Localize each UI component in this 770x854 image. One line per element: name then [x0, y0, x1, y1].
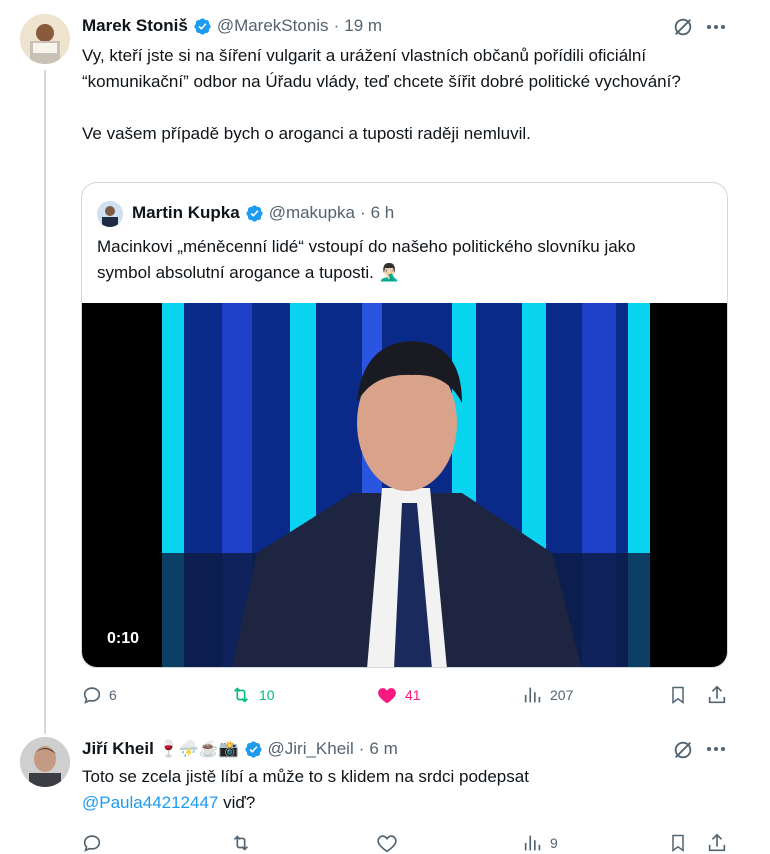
tweet2-text-before: Toto se zcela jistě líbí a může to s kli… — [82, 767, 529, 786]
tweet2-text-after: viď? — [218, 793, 256, 812]
share-icon — [708, 833, 726, 852]
bookmark-icon — [672, 686, 684, 704]
more-options-icon[interactable] — [706, 24, 726, 30]
tweet2-header: Jiří Kheil 🍷⛈️☕📸 @Jiri_Kheil · 6 m — [82, 739, 398, 759]
like-button[interactable] — [375, 832, 399, 854]
quote-card[interactable]: Martin Kupka @makupka · 6 h Macinkovi „m… — [81, 182, 728, 668]
timestamp[interactable]: 19 m — [344, 16, 382, 36]
repost-button[interactable]: 10 — [229, 684, 275, 706]
verified-badge-icon — [244, 740, 262, 758]
grok-icon[interactable] — [672, 16, 694, 38]
repost-icon — [233, 835, 249, 851]
quote-header: Martin Kupka @makupka · 6 h — [132, 203, 394, 223]
timestamp[interactable]: 6 m — [369, 739, 397, 759]
quote-author-handle: @makupka — [268, 203, 355, 222]
separator-dot: · — [358, 739, 365, 758]
reply-count: 6 — [109, 687, 117, 703]
like-button[interactable]: 41 — [375, 684, 421, 706]
author-name[interactable]: Jiří Kheil — [82, 739, 154, 759]
grok-icon[interactable] — [672, 739, 694, 761]
heart-icon — [378, 688, 396, 704]
separator-dot: · — [333, 16, 340, 35]
avatar-marek-stonis[interactable] — [20, 14, 70, 64]
reply-icon — [83, 835, 101, 852]
verified-badge-icon — [246, 204, 263, 222]
quote-author-name[interactable]: Martin Kupka — [132, 203, 240, 223]
tweet1-header: Marek Stoniš @MarekStonis · 19 m — [82, 16, 382, 36]
views-count: 207 — [550, 687, 574, 703]
author-handle[interactable]: @MarekStonis — [217, 16, 329, 36]
name-emojis: 🍷⛈️☕📸 — [158, 741, 239, 758]
bookmark-button[interactable] — [668, 684, 688, 706]
avatar-jiri-kheil[interactable] — [20, 737, 70, 787]
reply-icon — [83, 687, 101, 704]
portrait-icon — [97, 201, 123, 227]
like-count: 41 — [405, 687, 421, 703]
repost-count: 10 — [259, 687, 275, 703]
bookmark-icon — [672, 834, 684, 852]
share-button[interactable] — [706, 832, 728, 854]
separator-dot: · — [359, 203, 366, 222]
views-icon — [524, 835, 541, 851]
bookmark-button[interactable] — [668, 832, 688, 854]
verified-badge-icon — [194, 17, 211, 35]
repost-button[interactable] — [229, 832, 253, 854]
portrait-icon — [20, 14, 70, 64]
portrait-icon — [20, 737, 70, 787]
heart-icon — [377, 835, 397, 853]
quote-text: Macinkovi „méněcenní lidé“ vstoupí do na… — [97, 237, 636, 282]
thread-line — [44, 70, 46, 734]
share-button[interactable] — [706, 684, 728, 706]
author-handle[interactable]: @Jiri_Kheil — [268, 739, 354, 759]
tweet1-paragraph2: Ve vašem případě bych o aroganci a tupos… — [82, 124, 531, 143]
share-icon — [708, 685, 726, 704]
video-player[interactable]: 0:10 — [82, 303, 727, 667]
repost-icon — [233, 687, 249, 703]
author-name[interactable]: Marek Stoniš — [82, 16, 188, 36]
avatar-martin-kupka[interactable] — [97, 201, 123, 227]
views-button[interactable]: 9 — [522, 832, 558, 854]
video-thumbnail — [162, 303, 650, 667]
reply-button[interactable]: 6 — [81, 684, 117, 706]
views-button[interactable]: 207 — [522, 684, 573, 706]
video-duration: 0:10 — [107, 630, 140, 647]
reply-button[interactable] — [81, 832, 103, 854]
tweet2-text: Toto se zcela jistě líbí a může to s kli… — [82, 764, 682, 816]
mention-link[interactable]: @Paula44212447 — [82, 793, 218, 812]
tweet1-paragraph1: Vy, kteří jste si na šíření vulgarit a u… — [82, 46, 681, 91]
views-icon — [524, 687, 541, 703]
tweet1-text: Vy, kteří jste si na šíření vulgarit a u… — [82, 43, 737, 147]
quote-timestamp: 6 h — [370, 203, 395, 222]
more-options-icon[interactable] — [706, 746, 726, 752]
views-count: 9 — [550, 835, 558, 851]
